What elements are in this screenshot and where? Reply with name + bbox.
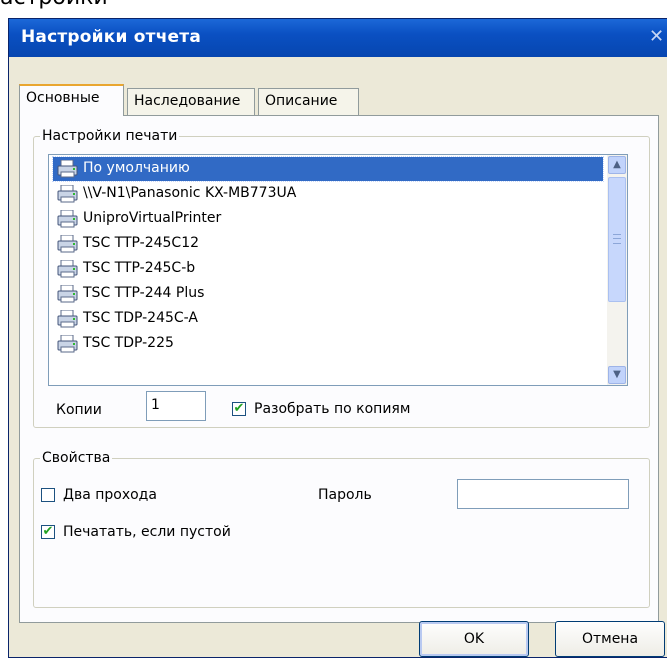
tab-main[interactable]: Основные — [19, 84, 124, 116]
printer-name: \\V-N1\Panasonic KX-MB773UA — [83, 185, 297, 201]
printer-icon — [57, 310, 78, 328]
printer-icon — [57, 185, 78, 203]
scroll-up-icon[interactable]: ▲ — [608, 156, 626, 174]
printer-name: TSC TDP-245C-A — [83, 310, 199, 326]
printer-item[interactable]: TSC TTP-245C12 — [53, 232, 603, 256]
printer-icon — [57, 235, 78, 253]
ok-button[interactable]: OK — [419, 621, 529, 657]
printer-icon — [57, 260, 78, 278]
copies-label: Копии — [56, 402, 102, 418]
tab-panel-main: Настройки печати По умолчанию \\V-N1\Pan… — [19, 115, 659, 623]
properties-label: Свойства — [40, 449, 113, 467]
printer-name: TSC TTP-245C12 — [83, 235, 200, 251]
scroll-down-icon[interactable]: ▼ — [608, 366, 626, 384]
printer-item[interactable]: TSC TDP-225 — [53, 332, 603, 356]
printer-item-default[interactable]: По умолчанию — [52, 156, 604, 182]
printer-name: TSC TTP-245C-b — [83, 260, 196, 276]
printer-name: TSC TTP-244 Plus — [83, 285, 205, 301]
printer-name: По умолчанию — [83, 160, 190, 176]
collate-checkbox[interactable]: ✔ — [232, 402, 246, 416]
printer-icon — [57, 335, 78, 353]
background-window-title: астройки — [0, 0, 200, 10]
printer-list[interactable]: По умолчанию \\V-N1\Panasonic KX-MB773UA… — [48, 154, 628, 386]
printer-list-scrollbar[interactable]: ▲ ▼ — [607, 155, 627, 385]
password-label: Пароль — [318, 487, 372, 503]
print-if-empty-label: Печатать, если пустой — [63, 524, 231, 540]
two-pass-label: Два прохода — [63, 487, 157, 503]
printer-item[interactable]: UniproVirtualPrinter — [53, 207, 603, 231]
two-pass-checkbox[interactable] — [41, 488, 55, 502]
dialog-body: Основные Наследование Описание Настройки… — [9, 57, 667, 657]
print-settings-label: Настройки печати — [40, 127, 180, 145]
print-if-empty-checkbox[interactable]: ✔ — [41, 525, 55, 539]
printer-name: UniproVirtualPrinter — [83, 210, 222, 226]
scrollbar-thumb[interactable] — [608, 177, 626, 302]
printer-item[interactable]: \\V-N1\Panasonic KX-MB773UA — [53, 182, 603, 206]
collate-label: Разобрать по копиям — [254, 401, 411, 417]
tab-description[interactable]: Описание — [258, 88, 359, 115]
printer-icon — [57, 285, 78, 303]
cancel-button[interactable]: Отмена — [555, 621, 665, 657]
print-settings-group: Настройки печати По умолчанию \\V-N1\Pan… — [33, 127, 650, 428]
tab-inheritance[interactable]: Наследование — [127, 88, 255, 115]
password-input[interactable] — [457, 479, 629, 509]
report-settings-dialog: Настройки отчета ✕ Основные Наследование… — [8, 18, 667, 658]
dialog-title: Настройки отчета — [21, 27, 202, 47]
printer-item[interactable]: TSC TTP-245C-b — [53, 257, 603, 281]
printer-name: TSC TDP-225 — [83, 335, 174, 351]
close-icon[interactable]: ✕ — [649, 27, 667, 47]
printer-icon — [57, 210, 78, 228]
title-bar[interactable]: Настройки отчета ✕ — [9, 19, 667, 57]
printer-item[interactable]: TSC TDP-245C-A — [53, 307, 603, 331]
printer-icon — [57, 160, 78, 178]
copies-input[interactable]: 1 — [146, 391, 206, 421]
printer-item[interactable]: TSC TTP-244 Plus — [53, 282, 603, 306]
properties-group: Свойства Два прохода Пароль ✔ Печатать, … — [33, 449, 650, 608]
